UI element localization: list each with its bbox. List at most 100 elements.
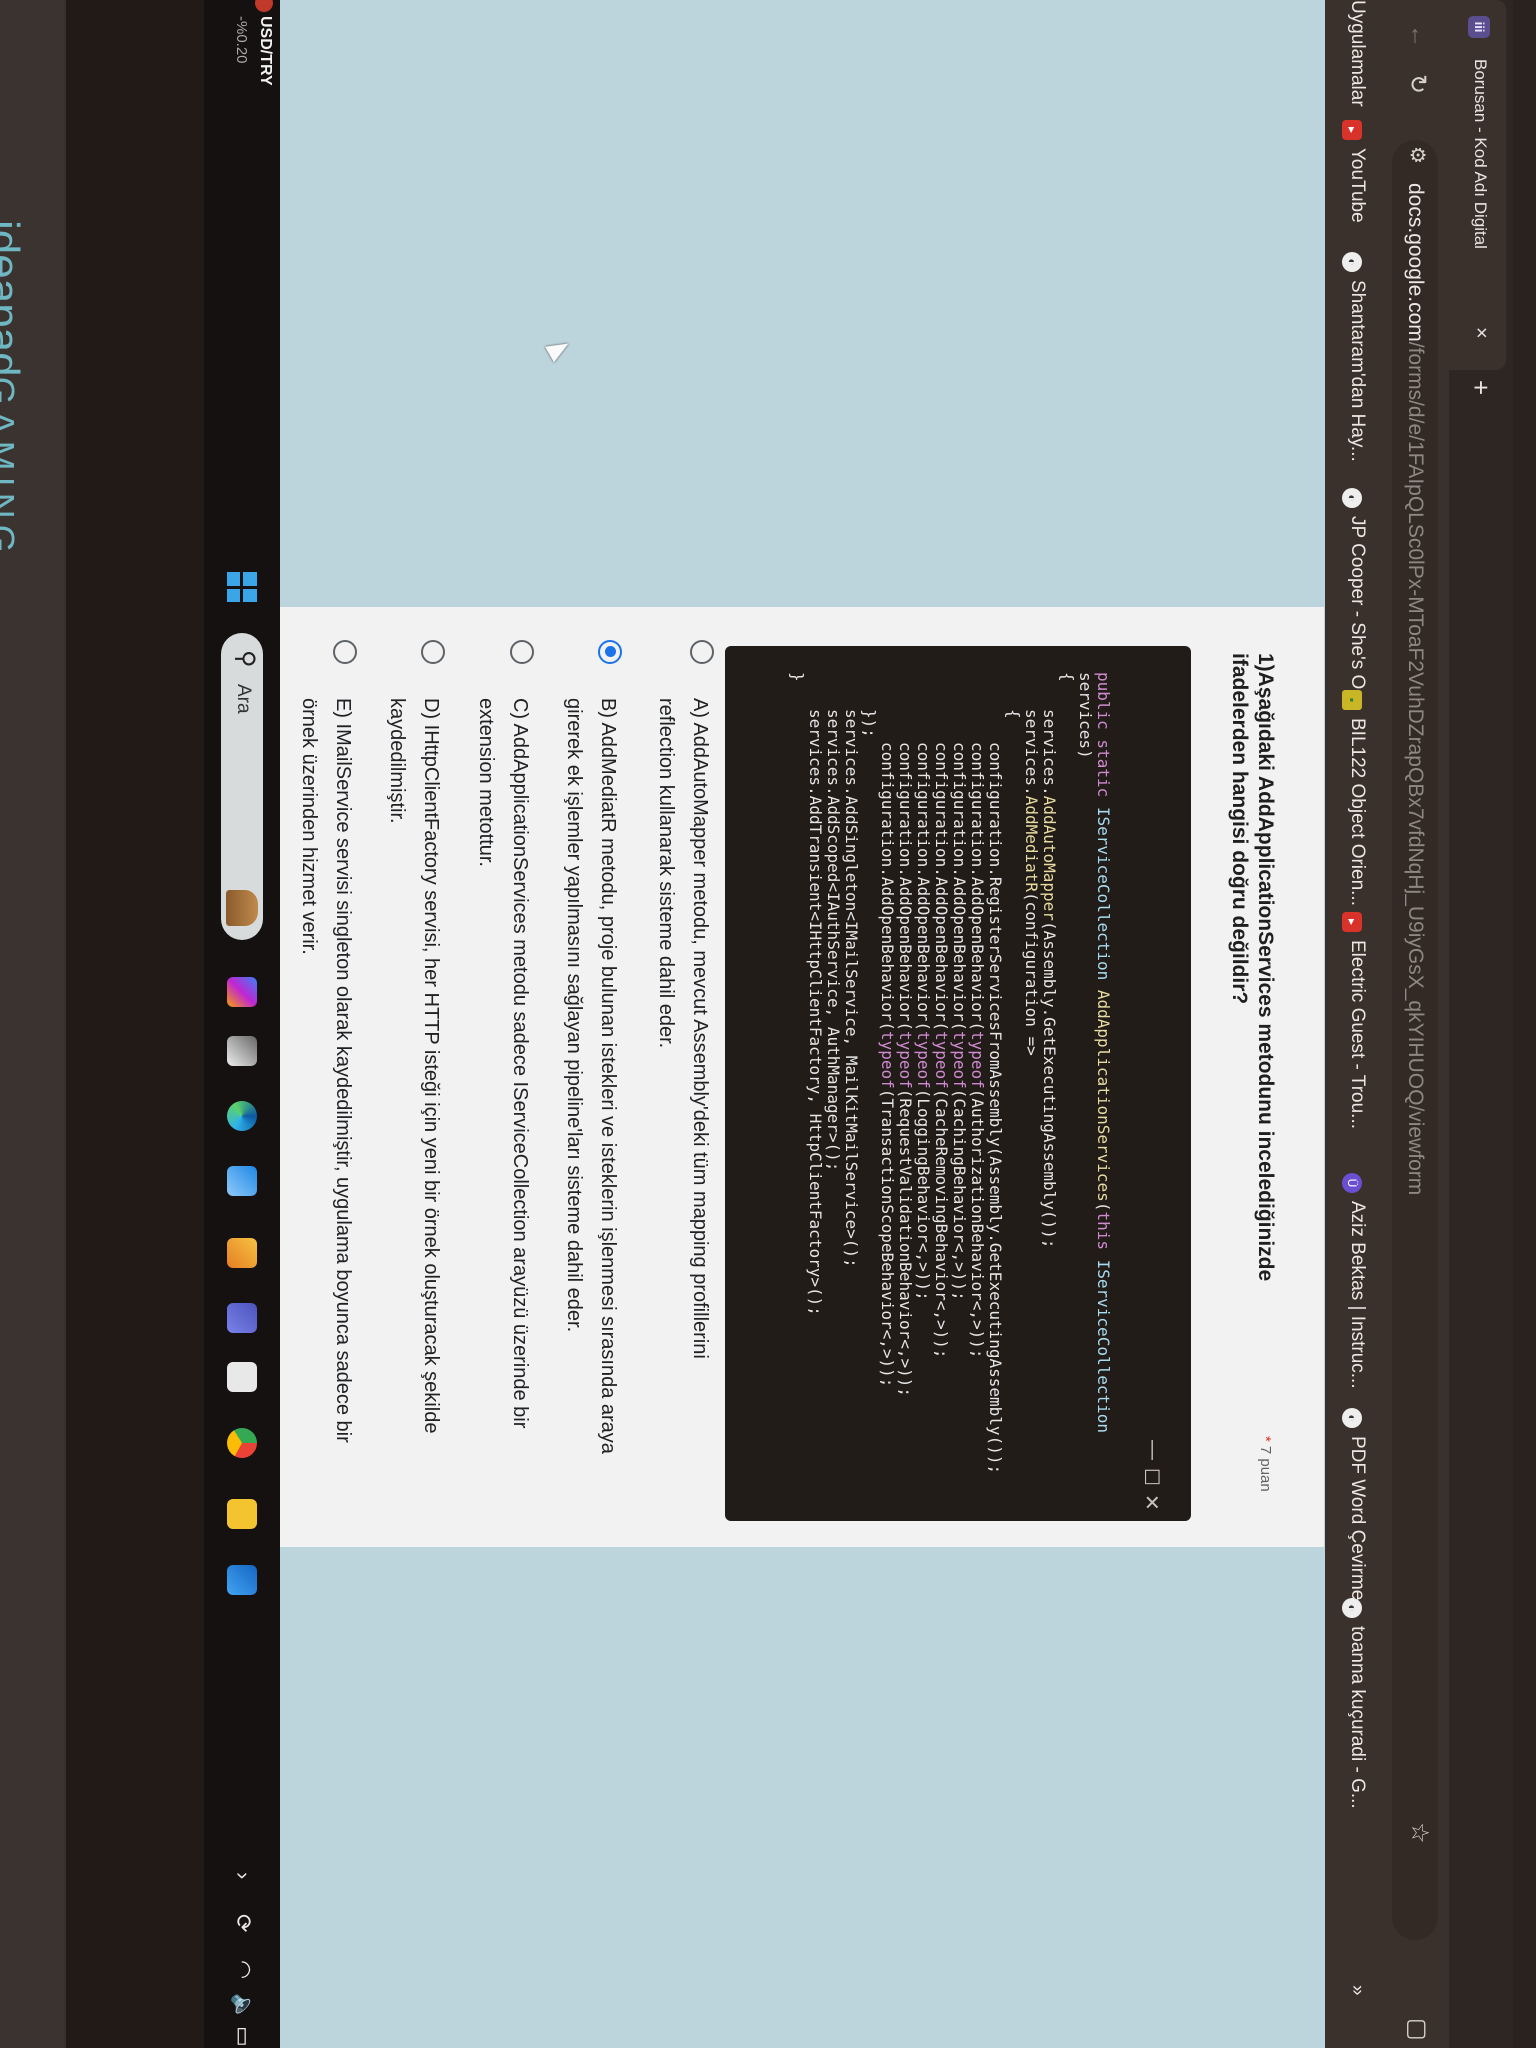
tray-overflow-chevron-icon[interactable]: ›	[230, 1872, 256, 1879]
close-icon: ✕	[1140, 1494, 1162, 1511]
back-arrow-icon[interactable]: ←	[1404, 24, 1432, 48]
code-line: configuration.AddOpenBehavior(typeof(Req…	[896, 672, 915, 1474]
code-block: public static IServiceCollection AddAppl…	[788, 672, 1113, 1474]
option-label-line: C) AddApplicationServices metodu sadece …	[509, 698, 531, 1429]
minimize-icon: —	[1142, 1440, 1164, 1460]
bookmark-electric-guest[interactable]: ▸ Electric Guest - Trou...	[1342, 912, 1370, 1129]
bookmark-label: BIL122 Object Orien...	[1347, 718, 1368, 906]
code-token: services.	[1040, 709, 1059, 796]
hinge-line	[64, 0, 66, 2048]
widget-value[interactable]: -%0.20	[233, 16, 250, 64]
option-label[interactable]: A) AddAutoMapper metodu, mevcut Assembly…	[649, 698, 717, 1359]
site-info-icon[interactable]: ⚙	[1405, 146, 1430, 164]
option-label[interactable]: E) IMailService servisi singleton olarak…	[292, 698, 360, 1443]
bookmark-star-icon[interactable]: ☆	[1405, 1822, 1434, 1844]
url-path: /forms/d/e/1FAIpQLSc0lPx-MToaF2VuhDZrapQ…	[1404, 341, 1427, 1196]
url-text[interactable]: docs.google.com/forms/d/e/1FAIpQLSc0lPx-…	[1403, 183, 1427, 1195]
volume-icon[interactable]: 🔈	[230, 1993, 256, 2020]
code-token: typeof	[896, 1030, 915, 1089]
option-label-line: B) AddMediatR metodu, proje bulunan iste…	[597, 698, 619, 1454]
udemy-icon: Ü	[1342, 1173, 1362, 1193]
code-token: configuration.AddOpenBehavior(	[968, 742, 987, 1031]
bookmark-bil122[interactable]: ▪ BIL122 Object Orien...	[1342, 690, 1370, 906]
radio-button-selected[interactable]	[598, 640, 622, 664]
bookmark-apps[interactable]: Uygulamalar	[1344, 0, 1370, 107]
code-token: (Assembly.GetExecutingAssembly());	[1040, 920, 1059, 1249]
code-token: AddAutoMapper	[1040, 795, 1059, 921]
new-tab-button[interactable]: +	[1465, 380, 1496, 395]
radio-button[interactable]	[510, 640, 534, 664]
code-token: (TransactionScopeBehavior<,>));	[878, 1088, 897, 1388]
code-token: IServiceCollection	[1094, 806, 1113, 990]
option-label-line: E) IMailService servisi singleton olarak…	[332, 698, 354, 1443]
option-label[interactable]: B) AddMediatR metodu, proje bulunan iste…	[557, 698, 625, 1454]
code-line: }	[788, 672, 807, 1474]
bookmark-label: toanna kuçuradi - G...	[1347, 1626, 1368, 1809]
youtube-icon: ▸	[1342, 120, 1362, 140]
battery-icon[interactable]: ▭	[230, 2026, 256, 2047]
radio-button[interactable]	[421, 640, 445, 664]
file-explorer-icon[interactable]	[227, 1499, 257, 1529]
side-panel-icon[interactable]: ▢	[1403, 2018, 1432, 2041]
brand-name: ideapad	[0, 220, 28, 377]
points-label: * 7 puan	[1257, 1436, 1274, 1492]
copilot-icon[interactable]	[227, 977, 257, 1007]
windows-start-icon[interactable]	[227, 572, 257, 602]
teams-icon[interactable]	[227, 1303, 257, 1333]
question-title-line: 1)Aşağıdaki AddApplicationServices metod…	[1254, 653, 1277, 1282]
search-icon: ⚲	[232, 650, 259, 668]
bookmark-jp-cooper[interactable]: ◐ JP Cooper - She's O...	[1342, 488, 1370, 705]
code-token: typeof	[950, 1030, 969, 1089]
bookmark-label: Aziz Bektas | Instruc...	[1347, 1201, 1368, 1389]
wifi-icon[interactable]: ◠	[230, 1960, 256, 1979]
code-token: typeof	[968, 1030, 987, 1089]
code-line: services)	[1076, 672, 1095, 1474]
reload-icon[interactable]: ↻	[1403, 74, 1432, 94]
globe-icon: ◐	[1342, 1598, 1362, 1618]
code-token: (	[1094, 1201, 1113, 1212]
tab-close-icon[interactable]: ×	[1469, 327, 1492, 339]
store-icon[interactable]	[227, 1362, 257, 1392]
bookmark-toanna[interactable]: ◐ toanna kuçuradi - G...	[1342, 1598, 1370, 1809]
bookmark-shantaram[interactable]: ◐ Shantaram'dan Hay...	[1342, 252, 1370, 462]
code-line: {	[1058, 672, 1077, 1474]
code-line: });	[860, 672, 879, 1474]
code-token: public static	[1094, 672, 1113, 807]
code-line: configuration.AddOpenBehavior(typeof(Cac…	[932, 672, 951, 1474]
snipping-tool-icon[interactable]	[227, 1238, 257, 1268]
code-token: AddMediatR	[1022, 795, 1041, 893]
option-label-line: kaydedilmiştir.	[386, 698, 408, 824]
mail-icon[interactable]	[227, 1166, 257, 1196]
code-token: (CacheRemovingBehavior<,>));	[932, 1088, 951, 1359]
tab-title[interactable]: Borusan - Kod Adı Digital	[1470, 59, 1490, 249]
code-token: services.AddTransient<IHttpClientFactory…	[806, 709, 825, 1316]
required-asterisk: *	[1257, 1436, 1274, 1442]
option-label[interactable]: C) AddApplicationServices metodu sadece …	[469, 698, 537, 1428]
question-title: 1)Aşağıdaki AddApplicationServices metod…	[1226, 653, 1278, 1281]
radio-button[interactable]	[333, 640, 357, 664]
sync-icon[interactable]: ⟳	[230, 1914, 256, 1932]
task-view-icon[interactable]	[227, 1036, 257, 1066]
option-label-line: girerek ek işlemler yapılmasını sağlayan…	[563, 698, 585, 1333]
code-line: services.AddTransient<IHttpClientFactory…	[806, 672, 825, 1474]
bookmark-label: Uygulamalar	[1347, 0, 1368, 107]
edge-icon[interactable]	[227, 1101, 257, 1131]
option-label-line: A) AddAutoMapper metodu, mevcut Assembly…	[689, 698, 711, 1359]
radio-button[interactable]	[690, 640, 714, 664]
bookmark-pdf-word[interactable]: ◐ PDF Word Çevirme	[1342, 1408, 1370, 1600]
option-label[interactable]: D) IHttpClientFactory servisi, her HTTP …	[380, 698, 448, 1433]
bookmarks-overflow-button[interactable]: »	[1344, 1985, 1370, 1996]
code-token: }	[788, 672, 807, 682]
bookmark-youtube[interactable]: ▸ YouTube	[1342, 120, 1370, 223]
outlook-icon[interactable]	[227, 1565, 257, 1595]
widget-title[interactable]: USD/TRY	[256, 16, 274, 86]
code-token: (configuration =>	[1022, 892, 1041, 1056]
chrome-icon[interactable]	[227, 1428, 257, 1458]
code-token: configuration.AddOpenBehavior(	[950, 742, 969, 1031]
search-placeholder[interactable]: Ara	[232, 684, 254, 714]
bookmark-label: Shantaram'dan Hay...	[1347, 280, 1368, 462]
code-line: configuration.AddOpenBehavior(typeof(Log…	[914, 672, 933, 1474]
code-line: configuration.RegisterServicesFromAssemb…	[986, 672, 1005, 1474]
bookmark-aziz-bektas[interactable]: Ü Aziz Bektas | Instruc...	[1342, 1173, 1370, 1389]
classroom-icon: ▪	[1342, 690, 1362, 710]
